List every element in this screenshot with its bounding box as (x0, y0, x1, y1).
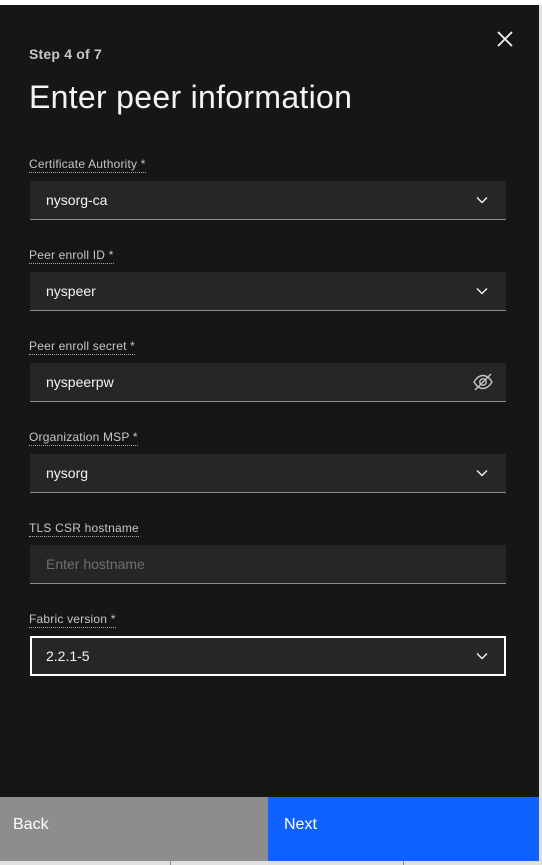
chevron-down-icon (474, 192, 490, 208)
tls-hostname-input[interactable] (46, 556, 506, 572)
back-button[interactable]: Back (0, 797, 268, 861)
enroll-id-value: nyspeer (46, 283, 96, 299)
fabric-version-select[interactable]: 2.2.1-5 (30, 636, 506, 676)
tls-hostname-label: TLS CSR hostname (29, 521, 139, 537)
fabric-version-label: Fabric version * (29, 612, 116, 628)
ca-value: nysorg-ca (46, 192, 108, 208)
close-icon (497, 31, 513, 47)
msp-label: Organization MSP * (29, 430, 138, 446)
enroll-secret-field[interactable]: nyspeerpw (30, 363, 506, 402)
ca-label: Certificate Authority * (29, 157, 146, 173)
footer-actions: Back Next (0, 797, 539, 861)
msp-value: nysorg (46, 465, 89, 481)
divider (170, 861, 171, 865)
next-button[interactable]: Next (268, 797, 539, 861)
chevron-down-icon (474, 465, 490, 481)
enroll-id-label: Peer enroll ID * (29, 248, 114, 264)
enroll-secret-value: nyspeerpw (46, 374, 114, 390)
enroll-secret-label: Peer enroll secret * (29, 339, 136, 355)
fabric-version-value: 2.2.1-5 (46, 648, 90, 664)
chevron-down-icon (474, 648, 490, 664)
chevron-down-icon (474, 283, 490, 299)
divider (403, 861, 404, 865)
tls-hostname-field[interactable] (30, 545, 506, 584)
view-off-icon[interactable] (471, 370, 495, 394)
enroll-id-select[interactable]: nyspeer (30, 272, 506, 311)
page-title: Enter peer information (29, 79, 353, 115)
step-indicator: Step 4 of 7 (29, 46, 102, 62)
close-button[interactable] (489, 23, 521, 55)
side-panel: Step 4 of 7 Enter peer information Certi… (0, 5, 539, 865)
bottom-strip (0, 861, 539, 865)
msp-select[interactable]: nysorg (30, 454, 506, 493)
ca-select[interactable]: nysorg-ca (30, 181, 506, 220)
page: Step 4 of 7 Enter peer information Certi… (0, 0, 542, 865)
